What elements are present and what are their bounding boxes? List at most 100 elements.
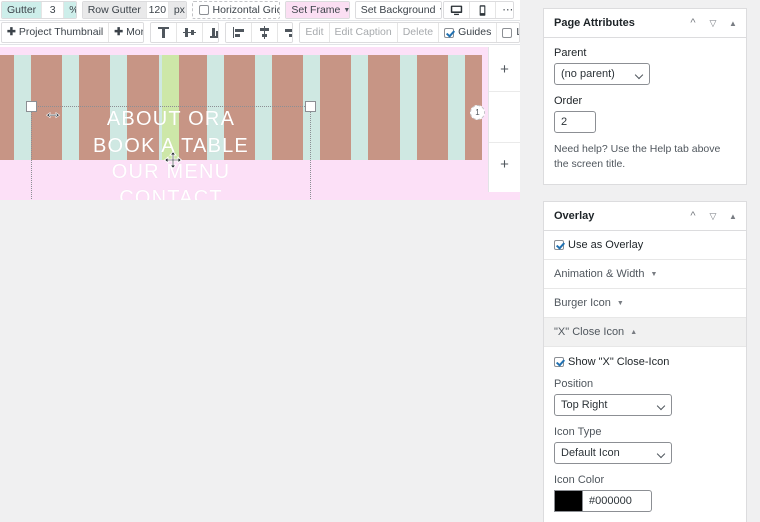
set-background-group[interactable]: Set Background ▼ xyxy=(355,1,443,19)
delete-button[interactable]: Delete xyxy=(398,23,439,42)
chevron-down-icon: ▼ xyxy=(343,7,349,14)
chevron-down-icon: ▼ xyxy=(617,300,624,307)
item-actions-group: Edit Edit Caption Delete Guides Layers xyxy=(299,22,520,43)
column-gap xyxy=(351,55,368,160)
page-attributes-panel: Page Attributes ^ ▽ ▲ Parent (no parent)… xyxy=(543,8,747,185)
toolbar-row-second: ✚ Project Thumbnail ✚ More ▼ xyxy=(0,21,520,45)
use-as-overlay-row[interactable]: Use as Overlay xyxy=(544,231,746,260)
project-thumbnail-group: ✚ Project Thumbnail ✚ More ▼ xyxy=(1,22,144,43)
layers-toggle[interactable]: Layers xyxy=(497,23,520,42)
gutter-control-group: Gutter 3 % xyxy=(1,1,77,19)
more-options-button[interactable]: ⋯ xyxy=(496,2,514,18)
chevron-down-icon: ▼ xyxy=(650,271,657,278)
desktop-icon xyxy=(450,4,463,17)
order-input[interactable]: 2 xyxy=(554,111,596,133)
project-thumbnail-label: Project Thumbnail xyxy=(19,27,103,38)
icon-color-label: Icon Color xyxy=(554,474,736,486)
icon-color-input[interactable]: #000000 xyxy=(582,490,652,512)
align-right-button[interactable] xyxy=(278,23,294,42)
overlay-header[interactable]: Overlay ^ ▽ ▲ xyxy=(544,202,746,231)
show-close-icon-checkbox[interactable] xyxy=(554,357,564,367)
horizontal-grid-toggle[interactable]: Horizontal Grid xyxy=(192,1,281,19)
show-close-icon-row[interactable]: Show "X" Close-Icon xyxy=(554,356,736,368)
page-attributes-title: Page Attributes xyxy=(554,17,683,29)
icon-color-value: #000000 xyxy=(589,495,632,507)
position-label: Position xyxy=(554,378,736,390)
toolbar-row-top: Gutter 3 % Row Gutter 120 px Horizontal … xyxy=(0,0,520,21)
edit-button[interactable]: Edit xyxy=(300,23,329,42)
icon-type-select-value: Default Icon xyxy=(561,447,620,459)
align-center-horizontal-icon xyxy=(258,26,271,39)
close-icon-settings: Show "X" Close-Icon Position Top Right I… xyxy=(544,347,746,522)
add-row-button-bottom[interactable]: + xyxy=(489,142,520,186)
editor-page: Gutter 3 % Row Gutter 120 px Horizontal … xyxy=(0,0,760,522)
move-up-icon[interactable]: ^ xyxy=(683,17,703,29)
parent-select-value: (no parent) xyxy=(561,68,615,80)
horizontal-align-group xyxy=(225,22,294,43)
horizontal-grid-cell[interactable]: Horizontal Grid xyxy=(193,2,281,18)
collapse-toggle-icon[interactable]: ▲ xyxy=(723,19,743,28)
gutter-unit[interactable]: % xyxy=(64,2,77,18)
page-canvas[interactable]: ABOUT ORA BOOK A TABLE OUR MENU CONTACT xyxy=(0,47,520,200)
gutter-label: Gutter xyxy=(2,2,42,18)
page-attributes-body: Parent (no parent) Order 2 Need help? Us… xyxy=(544,38,746,184)
close-icon-row[interactable]: "X" Close Icon ▲ xyxy=(544,318,746,347)
rail-spacer xyxy=(489,92,520,142)
position-select[interactable]: Top Right xyxy=(554,394,672,416)
more-button[interactable]: ✚ More ▼ xyxy=(109,23,144,42)
page-builder-editor: Gutter 3 % Row Gutter 120 px Horizontal … xyxy=(0,0,520,200)
align-left-button[interactable] xyxy=(226,23,252,42)
align-middle-button[interactable] xyxy=(177,23,203,42)
nav-item-3: CONTACT xyxy=(119,185,223,200)
mobile-preview-button[interactable] xyxy=(470,2,496,18)
use-as-overlay-label: Use as Overlay xyxy=(568,239,643,251)
set-frame-group[interactable]: Set Frame ▼ xyxy=(285,1,349,19)
row-gutter-input[interactable]: 120 xyxy=(147,2,169,18)
chevron-up-icon: ▲ xyxy=(630,329,637,336)
guides-label: Guides xyxy=(458,27,491,38)
move-up-icon[interactable]: ^ xyxy=(683,210,703,222)
desktop-preview-button[interactable] xyxy=(444,2,470,18)
row-number-badge: 1 xyxy=(470,105,485,120)
chevron-down-icon: ▼ xyxy=(438,7,442,14)
more-label: More xyxy=(126,27,144,38)
overlay-panel: Overlay ^ ▽ ▲ Use as Overlay Animation &… xyxy=(543,201,747,522)
horizontal-grid-label: Horizontal Grid xyxy=(213,5,281,16)
horizontal-grid-checkbox[interactable] xyxy=(199,5,209,15)
overlay-title: Overlay xyxy=(554,210,683,222)
align-bottom-icon xyxy=(209,26,219,39)
icon-type-select[interactable]: Default Icon xyxy=(554,442,672,464)
align-center-button[interactable] xyxy=(252,23,278,42)
set-frame-label: Set Frame xyxy=(291,5,340,16)
gutter-input[interactable]: 3 xyxy=(42,2,64,18)
burger-icon-row[interactable]: Burger Icon ▼ xyxy=(544,289,746,318)
project-thumbnail-button[interactable]: ✚ Project Thumbnail xyxy=(2,23,109,42)
canvas-right-rail: + + xyxy=(488,47,520,192)
column-gap xyxy=(400,55,417,160)
edit-caption-button[interactable]: Edit Caption xyxy=(330,23,398,42)
plus-icon: ✚ xyxy=(7,27,16,38)
set-frame-button[interactable]: Set Frame ▼ xyxy=(286,2,349,18)
page-attributes-header[interactable]: Page Attributes ^ ▽ ▲ xyxy=(544,9,746,38)
guides-checkbox[interactable] xyxy=(444,28,454,38)
row-gutter-label: Row Gutter xyxy=(83,2,147,18)
sidebar: Page Attributes ^ ▽ ▲ Parent (no parent)… xyxy=(543,8,747,522)
animation-width-row[interactable]: Animation & Width ▼ xyxy=(544,260,746,289)
align-top-button[interactable] xyxy=(151,23,177,42)
plus-icon: ✚ xyxy=(114,27,123,38)
use-as-overlay-checkbox[interactable] xyxy=(554,240,564,250)
move-down-icon[interactable]: ▽ xyxy=(703,18,723,29)
collapse-toggle-icon[interactable]: ▲ xyxy=(723,212,743,221)
move-down-icon[interactable]: ▽ xyxy=(703,211,723,222)
show-close-icon-label: Show "X" Close-Icon xyxy=(568,356,669,368)
set-background-button[interactable]: Set Background ▼ xyxy=(356,2,443,18)
row-gutter-unit[interactable]: px xyxy=(169,2,187,18)
align-bottom-button[interactable] xyxy=(203,23,219,42)
order-label: Order xyxy=(554,95,736,107)
guides-toggle[interactable]: Guides xyxy=(439,23,497,42)
parent-select[interactable]: (no parent) xyxy=(554,63,650,85)
icon-color-swatch[interactable] xyxy=(554,490,582,512)
layers-checkbox[interactable] xyxy=(502,28,512,38)
icon-color-field[interactable]: #000000 xyxy=(554,490,736,512)
add-row-button[interactable]: + xyxy=(489,47,520,92)
